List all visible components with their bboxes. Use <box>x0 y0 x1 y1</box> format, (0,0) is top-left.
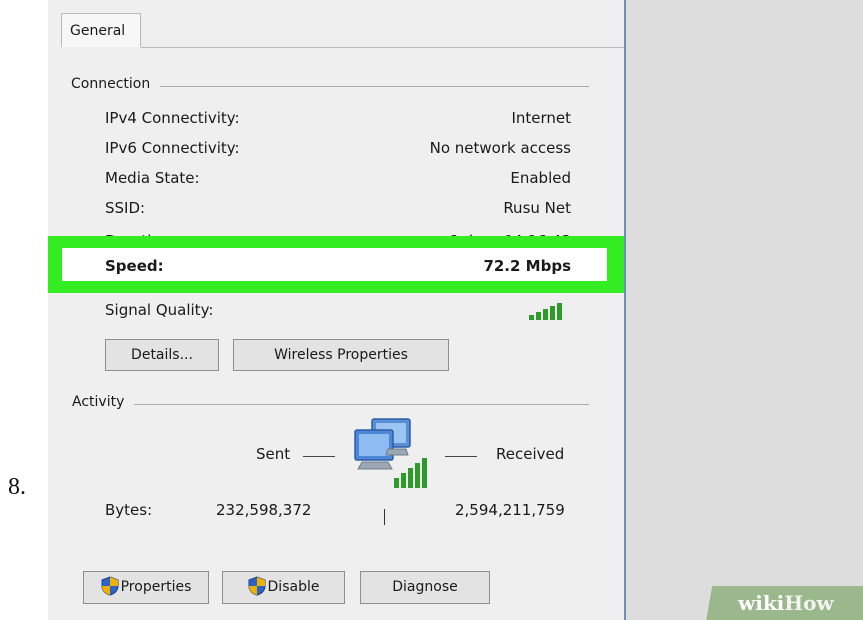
bytes-divider <box>384 509 385 525</box>
sent-label: Sent <box>256 445 291 463</box>
ipv4-connectivity-value: Internet <box>511 109 571 127</box>
ipv4-connectivity-label: IPv4 Connectivity: <box>105 109 240 127</box>
right-panel <box>624 0 863 620</box>
bytes-sent-value: 232,598,372 <box>216 501 312 519</box>
media-state-label: Media State: <box>105 169 200 187</box>
watermark-part2: How <box>784 591 834 615</box>
disable-button[interactable]: Disable <box>222 571 345 604</box>
tab-strip: General <box>48 0 624 48</box>
shield-icon <box>101 575 119 596</box>
signal-quality-row: Signal Quality: <box>105 297 571 323</box>
shield-icon <box>248 575 266 596</box>
disable-button-label: Disable <box>267 579 320 595</box>
bytes-received-value: 2,594,211,759 <box>455 501 565 519</box>
details-button[interactable]: Details... <box>105 339 219 371</box>
speed-label: Speed: <box>105 257 164 275</box>
signal-bars-icon <box>529 303 562 320</box>
ssid-row: SSID: Rusu Net <box>105 195 571 221</box>
properties-button[interactable]: Properties <box>83 571 209 604</box>
sent-dash <box>303 456 335 457</box>
wireless-properties-button[interactable]: Wireless Properties <box>233 339 449 371</box>
ipv6-connectivity-label: IPv6 Connectivity: <box>105 139 240 157</box>
wikihow-watermark: wikiHow <box>698 586 863 620</box>
watermark-part1: wiki <box>738 591 785 615</box>
properties-button-label: Properties <box>120 579 192 595</box>
connection-status-dialog: General Connection IPv4 Connectivity: In… <box>48 0 624 620</box>
ipv6-connectivity-row: IPv6 Connectivity: No network access <box>105 135 571 161</box>
received-label: Received <box>496 445 565 463</box>
tab-strip-line <box>141 47 624 48</box>
network-computers-icon <box>354 418 427 488</box>
media-state-value: Enabled <box>510 169 571 187</box>
tab-general[interactable]: General <box>61 13 141 47</box>
ssid-value: Rusu Net <box>503 199 571 217</box>
step-number: 8. <box>8 474 26 500</box>
signal-quality-label: Signal Quality: <box>105 301 214 319</box>
diagnose-button[interactable]: Diagnose <box>360 571 490 604</box>
speed-row: Speed: 72.2 Mbps <box>105 253 571 279</box>
speed-value: 72.2 Mbps <box>483 257 571 275</box>
activity-group-line <box>72 404 589 405</box>
media-state-row: Media State: Enabled <box>105 165 571 191</box>
ipv6-connectivity-value: No network access <box>429 139 571 157</box>
ssid-label: SSID: <box>105 199 146 217</box>
bytes-label: Bytes: <box>105 501 153 519</box>
activity-heading: Activity <box>72 394 135 410</box>
connection-heading: Connection <box>71 76 161 92</box>
received-dash <box>445 456 477 457</box>
ipv4-connectivity-row: IPv4 Connectivity: Internet <box>105 105 571 131</box>
